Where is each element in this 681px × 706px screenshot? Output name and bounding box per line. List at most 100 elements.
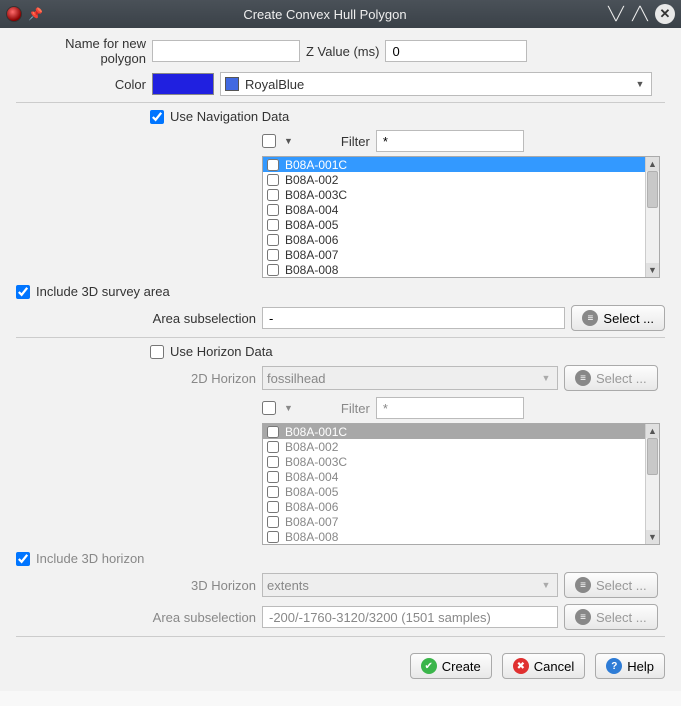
list-item[interactable]: B08A-004 [263, 202, 645, 217]
list-item-checkbox[interactable] [267, 234, 279, 246]
list-item-label: B08A-007 [285, 515, 338, 529]
name-input[interactable] [152, 40, 300, 62]
list-item[interactable]: B08A-006 [263, 232, 645, 247]
chevron-down-icon: ▼ [539, 373, 553, 383]
color-swatch[interactable] [152, 73, 214, 95]
scroll-down-icon: ▼ [646, 530, 659, 544]
list-item-checkbox[interactable] [267, 159, 279, 171]
scroll-thumb[interactable] [647, 171, 658, 208]
list-item[interactable]: B08A-007 [263, 247, 645, 262]
scroll-thumb [647, 438, 658, 475]
color-combo[interactable]: RoyalBlue ▼ [220, 72, 652, 96]
include-3d-horizon-checkbox [16, 552, 30, 566]
list-item-label: B08A-005 [285, 485, 338, 499]
use-horizon-checkbox[interactable] [150, 345, 164, 359]
separator [16, 636, 665, 637]
nav-listbox[interactable]: B08A-001C B08A-002 B08A-003C B08A-004 B0… [262, 156, 660, 278]
close-icon[interactable]: ✕ [655, 4, 675, 24]
list-item[interactable]: B08A-008 [263, 262, 645, 277]
list-item-label: B08A-002 [285, 440, 338, 454]
hz2d-label: 2D Horizon [16, 371, 256, 386]
scroll-up-icon: ▲ [646, 424, 659, 438]
name-label: Name for new polygon [16, 36, 146, 66]
list-item-checkbox[interactable] [267, 249, 279, 261]
list-item-label: B08A-003C [285, 188, 347, 202]
hz-checkall-checkbox [262, 401, 276, 415]
list-item-label: B08A-002 [285, 173, 338, 187]
list-item-checkbox [267, 531, 279, 543]
button-label: Cancel [534, 659, 574, 674]
list-item-checkbox[interactable] [267, 204, 279, 216]
nav-filter-input[interactable] [376, 130, 524, 152]
chevron-down-icon: ▼ [539, 580, 553, 590]
list-item-checkbox[interactable] [267, 174, 279, 186]
use-navigation-label: Use Navigation Data [170, 109, 289, 124]
maximize-icon[interactable]: ╱╲ [631, 5, 649, 23]
nav-filter-label: Filter [341, 134, 370, 149]
list-item-checkbox[interactable] [267, 189, 279, 201]
chevron-down-icon: ▼ [633, 79, 647, 89]
list-item-checkbox[interactable] [267, 219, 279, 231]
zvalue-input[interactable] [385, 40, 527, 62]
create-button[interactable]: ✔ Create [410, 653, 492, 679]
list-item: B08A-007 [263, 514, 645, 529]
list-item: B08A-005 [263, 484, 645, 499]
app-icon [6, 6, 22, 22]
minimize-icon[interactable]: ╲╱ [607, 5, 625, 23]
list-item-checkbox [267, 516, 279, 528]
chevron-down-icon: ▼ [282, 403, 295, 413]
hz-area-input [262, 606, 558, 628]
button-label: Select ... [596, 610, 647, 625]
use-horizon-label: Use Horizon Data [170, 344, 273, 359]
list-item-label: B08A-008 [285, 263, 338, 277]
hz3d-select-button: ≡ Select ... [564, 572, 658, 598]
chevron-down-icon[interactable]: ▼ [282, 136, 295, 146]
list-item: B08A-004 [263, 469, 645, 484]
nav-area-label: Area subselection [16, 311, 256, 326]
list-item-label: B08A-008 [285, 530, 338, 544]
list-item-label: B08A-004 [285, 203, 338, 217]
scroll-track[interactable] [646, 171, 659, 263]
list-item-checkbox [267, 486, 279, 498]
list-item[interactable]: B08A-002 [263, 172, 645, 187]
button-label: Help [627, 659, 654, 674]
select-icon: ≡ [575, 577, 591, 593]
button-label: Select ... [596, 578, 647, 593]
color-combo-text: RoyalBlue [245, 77, 627, 92]
list-item-checkbox[interactable] [267, 264, 279, 276]
scrollbar[interactable]: ▲ ▼ [645, 157, 659, 277]
scroll-down-icon[interactable]: ▼ [646, 263, 659, 277]
zvalue-label: Z Value (ms) [306, 44, 379, 59]
hz-listbox: B08A-001C B08A-002 B08A-003C B08A-004 B0… [262, 423, 660, 545]
hz-area-select-button: ≡ Select ... [564, 604, 658, 630]
scroll-up-icon[interactable]: ▲ [646, 157, 659, 171]
color-label: Color [16, 77, 146, 92]
list-item-label: B08A-004 [285, 470, 338, 484]
hz2d-combo: fossilhead ▼ [262, 366, 558, 390]
nav-area-input[interactable] [262, 307, 565, 329]
cancel-button[interactable]: ✖ Cancel [502, 653, 585, 679]
help-button[interactable]: ? Help [595, 653, 665, 679]
hz-filter-input [376, 397, 524, 419]
scroll-track [646, 438, 659, 530]
separator [16, 102, 665, 103]
list-item-label: B08A-001C [285, 158, 347, 172]
hz3d-combo: extents ▼ [262, 573, 558, 597]
list-item: B08A-002 [263, 439, 645, 454]
hz2d-combo-text: fossilhead [267, 371, 533, 386]
list-item: B08A-006 [263, 499, 645, 514]
nav-list-items: B08A-001C B08A-002 B08A-003C B08A-004 B0… [263, 157, 645, 277]
list-item[interactable]: B08A-003C [263, 187, 645, 202]
include-3d-survey-checkbox[interactable] [16, 285, 30, 299]
list-item-checkbox [267, 501, 279, 513]
nav-checkall-checkbox[interactable] [262, 134, 276, 148]
select-icon: ≡ [582, 310, 598, 326]
list-item[interactable]: B08A-005 [263, 217, 645, 232]
pin-icon[interactable]: 📌 [28, 7, 43, 21]
use-navigation-checkbox[interactable] [150, 110, 164, 124]
nav-area-select-button[interactable]: ≡ Select ... [571, 305, 665, 331]
hz-area-label: Area subselection [16, 610, 256, 625]
hz3d-label: 3D Horizon [16, 578, 256, 593]
include-3d-survey-label: Include 3D survey area [36, 284, 170, 299]
list-item[interactable]: B08A-001C [263, 157, 645, 172]
